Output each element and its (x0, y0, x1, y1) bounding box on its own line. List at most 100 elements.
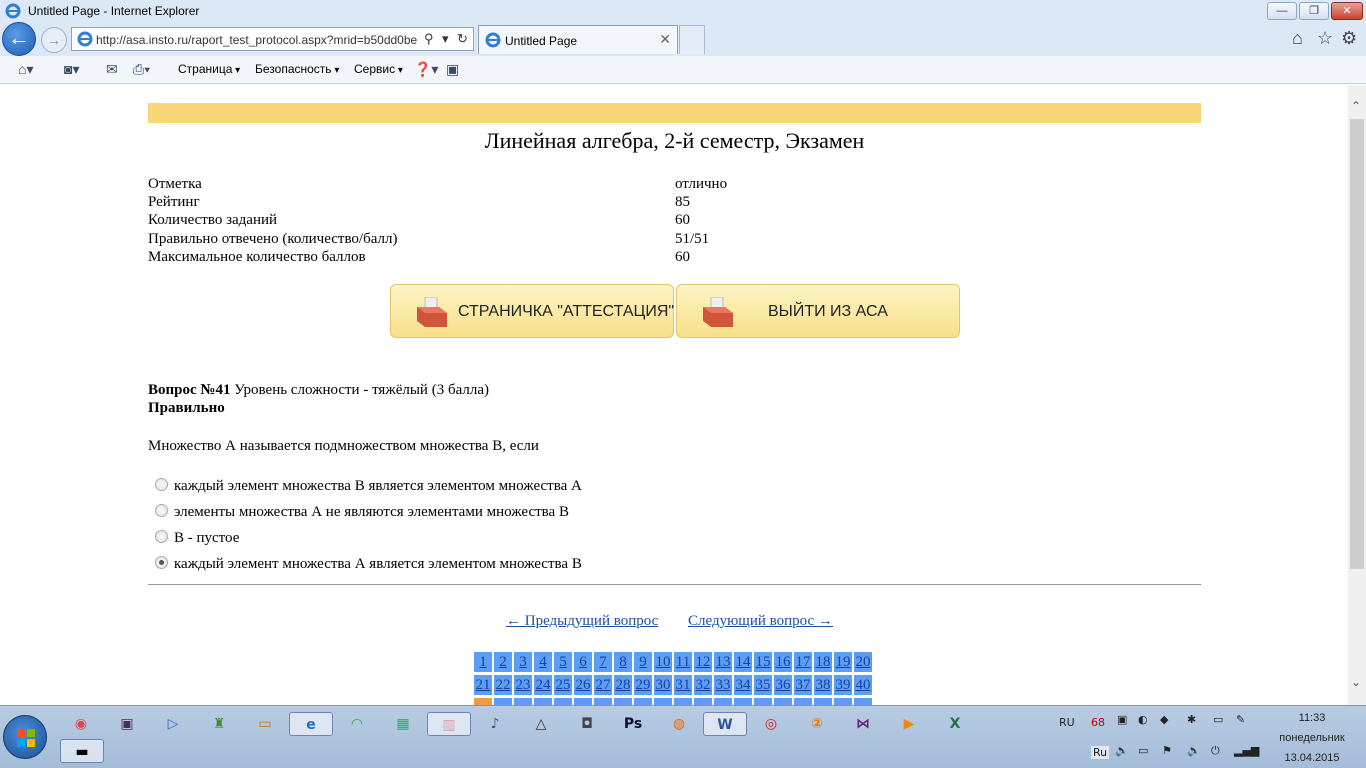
scrollbar-thumb[interactable] (1350, 119, 1364, 569)
excel-icon[interactable]: X (941, 712, 969, 736)
taskbar-active-app[interactable]: ▬ (60, 739, 104, 763)
speaker-icon[interactable]: 🔈 (1115, 744, 1129, 757)
start-button[interactable] (3, 715, 47, 759)
menu-page[interactable]: Страница (178, 62, 240, 76)
question-link-29[interactable]: 29 (634, 675, 652, 695)
mail-icon[interactable]: ✉ (106, 61, 118, 78)
question-link-13[interactable]: 13 (714, 652, 732, 672)
prev-question-link[interactable]: ← Предыдущий вопрос (506, 613, 658, 630)
question-link-40[interactable]: 40 (854, 675, 872, 695)
keyboard-language[interactable]: Ru (1091, 746, 1110, 759)
next-question-link[interactable]: Следующий вопрос → (688, 613, 833, 630)
question-link-clipped[interactable] (754, 698, 772, 705)
question-link-21[interactable]: 21 (474, 675, 492, 695)
question-link-clipped[interactable] (734, 698, 752, 705)
opera-icon[interactable]: ◎ (757, 712, 785, 736)
question-link-clipped[interactable] (774, 698, 792, 705)
question-link-16[interactable]: 16 (774, 652, 792, 672)
menu-service[interactable]: Сервис (354, 62, 403, 76)
audio-icon[interactable]: ♪ (481, 712, 509, 736)
question-link-9[interactable]: 9 (634, 652, 652, 672)
minimize-button[interactable]: — (1267, 2, 1297, 20)
question-link-36[interactable]: 36 (774, 675, 792, 695)
question-link-25[interactable]: 25 (554, 675, 572, 695)
address-bar[interactable]: http://asa.insto.ru/raport_test_protocol… (71, 27, 474, 51)
visual-studio-icon[interactable]: ⋈ (849, 712, 877, 736)
research-icon[interactable]: ▣ (446, 61, 459, 78)
question-link-11[interactable]: 11 (674, 652, 692, 672)
tools-gear-icon[interactable]: ⚙ (1341, 28, 1357, 49)
question-link-3[interactable]: 3 (514, 652, 532, 672)
tool-icon[interactable]: ♜ (205, 712, 233, 736)
vertical-scrollbar[interactable]: ⌃ ⌄ (1348, 85, 1366, 705)
question-link-17[interactable]: 17 (794, 652, 812, 672)
question-link-clipped[interactable] (794, 698, 812, 705)
question-link-33[interactable]: 33 (714, 675, 732, 695)
question-link-clipped[interactable] (534, 698, 552, 705)
question-link-clipped[interactable] (554, 698, 572, 705)
answer-option[interactable]: каждый элемент множества В является элем… (155, 478, 582, 495)
answer-option-selected[interactable]: каждый элемент множества А является элем… (155, 556, 582, 573)
forward-button[interactable]: → (41, 27, 67, 53)
question-link-37[interactable]: 37 (794, 675, 812, 695)
pen-icon[interactable]: ✎ (1236, 713, 1245, 726)
search-icon[interactable]: ⚲ (424, 31, 434, 47)
photoshop-icon[interactable]: Ps (619, 712, 647, 736)
question-link-clipped[interactable] (634, 698, 652, 705)
question-link-6[interactable]: 6 (574, 652, 592, 672)
nvidia-icon[interactable]: ▣ (1117, 713, 1127, 726)
question-link-35[interactable]: 35 (754, 675, 772, 695)
question-link-clipped[interactable] (474, 698, 492, 705)
question-link-clipped[interactable] (574, 698, 592, 705)
question-link-clipped[interactable] (694, 698, 712, 705)
camera-icon[interactable]: ◘ (573, 712, 601, 736)
question-link-12[interactable]: 12 (694, 652, 712, 672)
question-link-28[interactable]: 28 (614, 675, 632, 695)
scroll-down-icon[interactable]: ⌄ (1351, 675, 1361, 689)
question-link-clipped[interactable] (594, 698, 612, 705)
chevron-down-icon[interactable]: ▾ (442, 31, 449, 47)
answer-option[interactable]: элементы множества А не являются элемент… (155, 504, 569, 521)
question-link-14[interactable]: 14 (734, 652, 752, 672)
new-tab-button[interactable] (679, 25, 705, 54)
question-link-5[interactable]: 5 (554, 652, 572, 672)
answer-option[interactable]: В - пустое (155, 530, 239, 547)
refresh-icon[interactable]: ↻ (457, 31, 468, 47)
power-icon[interactable]: ⏻ (1211, 744, 1220, 758)
url-text[interactable]: http://asa.insto.ru/raport_test_protocol… (96, 33, 417, 47)
question-link-10[interactable]: 10 (654, 652, 672, 672)
question-link-8[interactable]: 8 (614, 652, 632, 672)
volume-icon[interactable]: 🔊 (1187, 744, 1201, 757)
question-link-clipped[interactable] (654, 698, 672, 705)
language-indicator[interactable]: RU (1059, 716, 1075, 729)
chrome-icon[interactable]: ◉ (67, 712, 95, 736)
question-link-clipped[interactable] (714, 698, 732, 705)
video-icon[interactable]: ▶ (895, 712, 923, 736)
question-link-clipped[interactable] (814, 698, 832, 705)
restore-button[interactable]: ❐ (1299, 2, 1329, 20)
question-link-clipped[interactable] (674, 698, 692, 705)
question-link-39[interactable]: 39 (834, 675, 852, 695)
question-link-24[interactable]: 24 (534, 675, 552, 695)
radio-button[interactable] (155, 478, 168, 491)
firefox-icon[interactable]: ◍ (665, 712, 693, 736)
question-link-clipped[interactable] (834, 698, 852, 705)
question-link-clipped[interactable] (614, 698, 632, 705)
help-icon[interactable]: ❓▾ (414, 61, 438, 78)
screen-icon[interactable]: ▦ (389, 712, 417, 736)
question-link-1[interactable]: 1 (474, 652, 492, 672)
home-icon[interactable]: ⌂ (1292, 28, 1303, 49)
back-button[interactable]: ← (2, 22, 36, 56)
display-icon[interactable]: ▭ (1138, 744, 1148, 757)
question-link-19[interactable]: 19 (834, 652, 852, 672)
security-icon[interactable]: ✱ (1187, 713, 1196, 726)
question-link-23[interactable]: 23 (514, 675, 532, 695)
menu-security[interactable]: Безопасность (255, 62, 339, 76)
question-link-15[interactable]: 15 (754, 652, 772, 672)
question-link-34[interactable]: 34 (734, 675, 752, 695)
wifi-app-icon[interactable]: ◠ (343, 712, 371, 736)
question-link-38[interactable]: 38 (814, 675, 832, 695)
exit-asa-button[interactable]: ВЫЙТИ ИЗ АСА (676, 284, 960, 338)
media-icon[interactable]: ▣ (113, 712, 141, 736)
question-link-7[interactable]: 7 (594, 652, 612, 672)
